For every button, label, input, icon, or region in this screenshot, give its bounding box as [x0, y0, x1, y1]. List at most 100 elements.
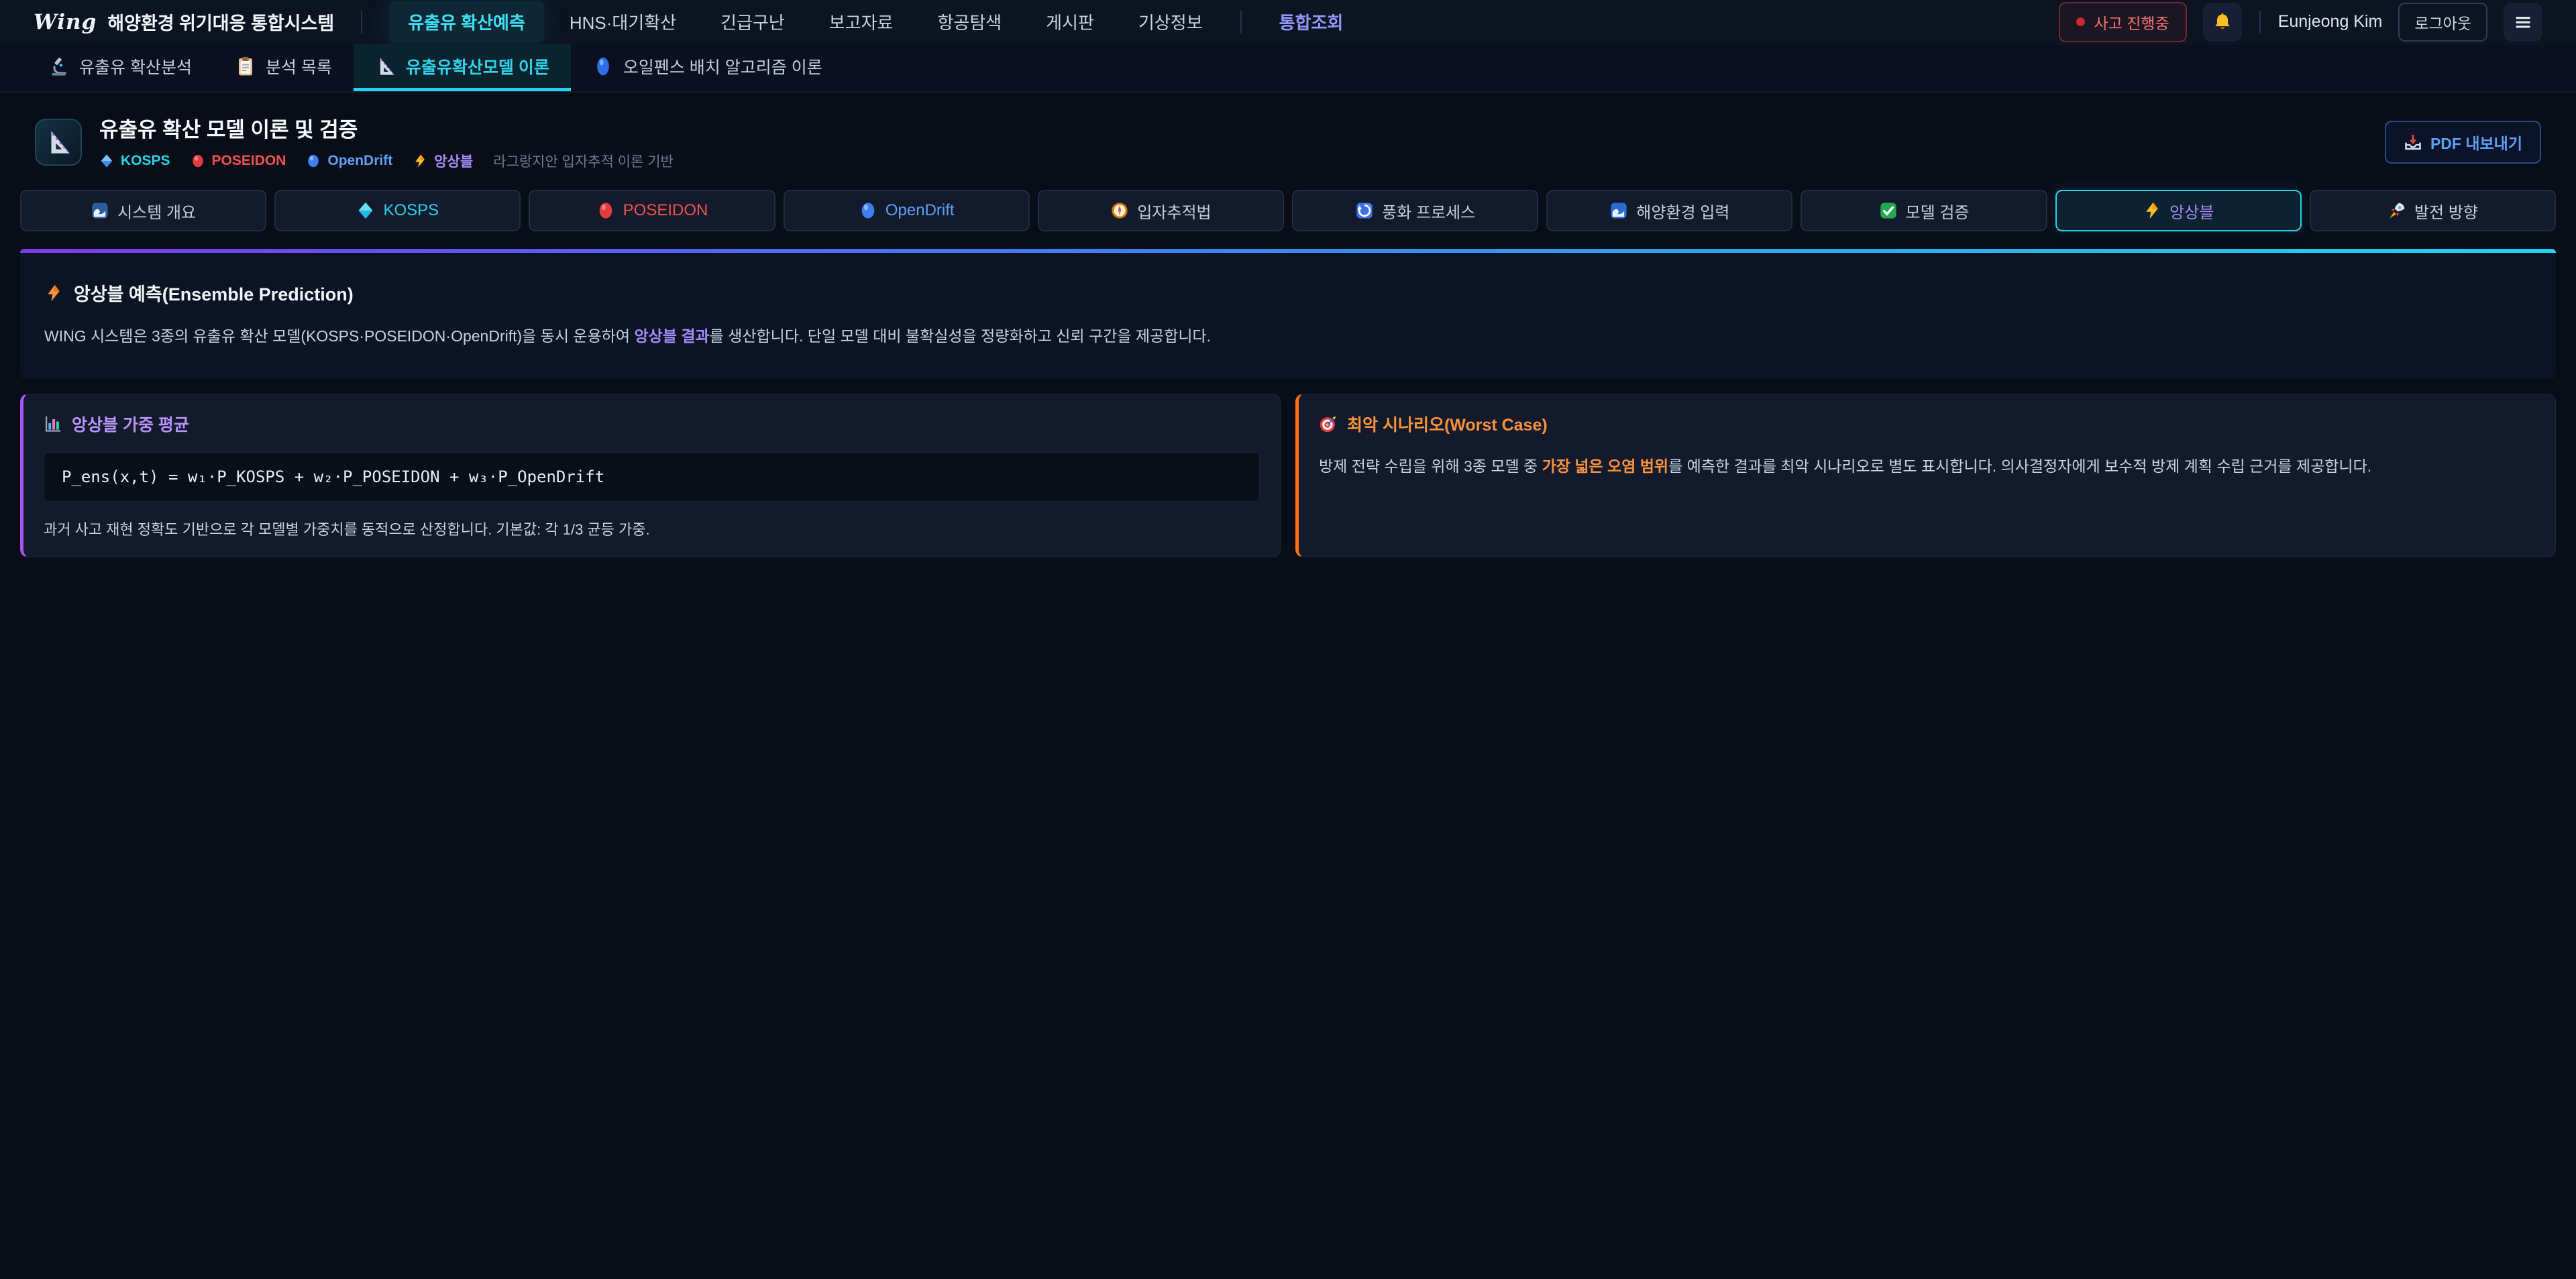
ensemble-formula: P_ens(x,t) = w₁·P_KOSPS + w₂·P_POSEIDON … [44, 452, 1260, 502]
badge-ensemble: 앙상블 [413, 151, 473, 171]
description-text: 를 생산합니다. 단일 모델 대비 불확실성을 정량화하고 신뢰 구간을 제공합… [710, 327, 1211, 345]
description-text: WING 시스템은 3종의 유출유 확산 모델(KOSPS·POSEIDON·O… [44, 327, 634, 345]
target-icon [1319, 414, 1338, 433]
pdf-export-label: PDF 내보내기 [2430, 131, 2522, 154]
incident-badge-label: 사고 진행중 [2094, 11, 2169, 34]
secnav-marine-env-input[interactable]: 해양환경 입력 [1546, 190, 1792, 231]
tab-model-theory[interactable]: 유출유확산모델 이론 [354, 44, 571, 91]
nav-item-emergency-rescue[interactable]: 긴급구난 [702, 1, 804, 43]
diamond-icon [99, 154, 114, 168]
blue-orb-icon [859, 201, 877, 220]
nav-item-board[interactable]: 게시판 [1027, 1, 1113, 43]
worst-card-title-text: 최악 시나리오(Worst Case) [1347, 412, 1548, 436]
section-nav: 시스템 개요 KOSPS POSEIDON OpenDrift [20, 190, 2556, 231]
page-title: 유출유 확산 모델 이론 및 검증 [99, 113, 674, 143]
page-header: 유출유 확산 모델 이론 및 검증 KOSPS POSEIDON [0, 93, 2576, 187]
red-orb-icon [596, 201, 615, 220]
nav-divider [1240, 11, 1242, 34]
secnav-ensemble[interactable]: 앙상블 [2055, 190, 2302, 231]
weighted-card-title: 앙상블 가중 평균 [44, 412, 1260, 436]
secnav-label: POSEIDON [623, 201, 708, 220]
tab-oil-fence-algorithm[interactable]: 오일펜스 배치 알고리즘 이론 [571, 44, 844, 91]
tab-spill-analysis[interactable]: 유출유 확산분석 [27, 44, 213, 91]
badge-label: OpenDrift [327, 153, 392, 169]
nav-item-reports[interactable]: 보고자료 [810, 1, 912, 43]
top-navigation-bar: Wing 해양환경 위기대응 통합시스템 유출유 확산예측 HNS·대기확산 긴… [0, 0, 2576, 44]
nav-divider [2259, 11, 2261, 34]
tab-label: 분석 목록 [266, 54, 332, 78]
ensemble-description: WING 시스템은 3종의 유출유 확산 모델(KOSPS·POSEIDON·O… [44, 325, 2532, 348]
nav-item-integrated-search[interactable]: 통합조회 [1260, 1, 1362, 43]
secnav-label: 앙상블 [2169, 199, 2214, 223]
ensemble-section: 앙상블 예측(Ensemble Prediction) WING 시스템은 3종… [20, 249, 2556, 379]
tab-analysis-list[interactable]: 분석 목록 [213, 44, 354, 91]
ensemble-cards-row: 앙상블 가중 평균 P_ens(x,t) = w₁·P_KOSPS + w₂·P… [20, 394, 2556, 557]
wave-icon [1609, 201, 1628, 220]
wing-logo-text: Wing [34, 10, 97, 34]
badge-label: 앙상블 [434, 151, 473, 171]
menu-button[interactable] [2504, 3, 2542, 42]
tab-label: 유출유확산모델 이론 [406, 54, 549, 78]
badge-label: POSEIDON [212, 153, 286, 169]
lightning-icon [2143, 201, 2161, 220]
app-root: Wing 해양환경 위기대응 통합시스템 유출유 확산예측 HNS·대기확산 긴… [0, 0, 2576, 1279]
nav-item-oil-spill-prediction[interactable]: 유출유 확산예측 [389, 1, 544, 43]
blue-orb-icon [306, 154, 321, 168]
red-orb-icon [191, 154, 205, 168]
nav-item-weather-info[interactable]: 기상정보 [1120, 1, 1222, 43]
worst-highlight: 가장 넓은 오염 범위 [1542, 457, 1668, 475]
set-square-icon [44, 128, 72, 156]
nav-item-hns-atmospheric[interactable]: HNS·대기확산 [551, 1, 695, 43]
header-subtitle: 라그랑지안 입자추적 이론 기반 [493, 151, 674, 171]
weighted-card-title-text: 앙상블 가중 평균 [72, 412, 189, 436]
hamburger-icon [2512, 11, 2534, 33]
notifications-button[interactable] [2203, 3, 2242, 42]
nav-item-aerial-search[interactable]: 항공탐색 [918, 1, 1020, 43]
logout-button[interactable]: 로그아웃 [2398, 3, 2487, 42]
secnav-label: 모델 검증 [1906, 199, 1970, 223]
sub-tab-bar: 유출유 확산분석 분석 목록 유출유확산모델 이론 [0, 44, 2576, 93]
ensemble-heading-text: 앙상블 예측(Ensemble Prediction) [74, 280, 354, 306]
lightning-icon [44, 284, 63, 302]
tab-label: 유출유 확산분석 [79, 54, 192, 78]
diamond-icon [356, 201, 375, 220]
secnav-particle-tracking[interactable]: 입자추적법 [1038, 190, 1284, 231]
secnav-opendrift[interactable]: OpenDrift [784, 190, 1030, 231]
secnav-future-direction[interactable]: 발전 방향 [2310, 190, 2556, 231]
worst-card-body: 방제 전략 수립을 위해 3종 모델 중 가장 넓은 오염 범위를 예측한 결과… [1319, 455, 2535, 479]
page-header-text: 유출유 확산 모델 이론 및 검증 KOSPS POSEIDON [99, 113, 674, 171]
secnav-system-overview[interactable]: 시스템 개요 [20, 190, 266, 231]
oil-fence-icon [592, 56, 614, 77]
topbar-right-cluster: 사고 진행중 Eunjeong Kim 로그아웃 [2059, 2, 2543, 42]
tab-label: 오일펜스 배치 알고리즘 이론 [623, 54, 822, 78]
microscope-icon [48, 56, 70, 77]
secnav-weathering-process[interactable]: 풍화 프로세스 [1292, 190, 1538, 231]
secnav-label: KOSPS [383, 201, 439, 220]
secnav-label: 풍화 프로세스 [1382, 199, 1475, 223]
bar-chart-icon [44, 414, 62, 433]
incident-status-badge[interactable]: 사고 진행중 [2059, 2, 2187, 42]
weighted-card-note: 과거 사고 재현 정확도 기반으로 각 모델별 가중치를 동적으로 산정합니다.… [44, 518, 1260, 539]
wave-icon [91, 201, 109, 220]
check-icon [1879, 201, 1898, 220]
app-title: 해양환경 위기대응 통합시스템 [107, 9, 334, 35]
secnav-label: 해양환경 입력 [1636, 199, 1729, 223]
pdf-export-button[interactable]: PDF 내보내기 [2385, 121, 2541, 164]
secnav-model-validation[interactable]: 모델 검증 [1801, 190, 2047, 231]
clipboard-icon [235, 56, 256, 77]
secnav-label: 시스템 개요 [117, 199, 196, 223]
worst-case-card: 최악 시나리오(Worst Case) 방제 전략 수립을 위해 3종 모델 중… [1295, 394, 2556, 557]
app-logo[interactable]: Wing 해양환경 위기대응 통합시스템 [34, 9, 334, 35]
secnav-kosps[interactable]: KOSPS [274, 190, 521, 231]
weighted-average-card: 앙상블 가중 평균 P_ens(x,t) = w₁·P_KOSPS + w₂·P… [20, 394, 1281, 557]
secnav-poseidon[interactable]: POSEIDON [529, 190, 775, 231]
rocket-icon [2387, 201, 2406, 220]
ensemble-section-heading: 앙상블 예측(Ensemble Prediction) [44, 280, 2532, 306]
worst-text: 를 예측한 결과를 최악 시나리오로 별도 표시합니다. 의사결정자에게 보수적… [1668, 457, 2371, 475]
badge-kosps: KOSPS [99, 153, 170, 169]
secnav-label: 입자추적법 [1137, 199, 1211, 223]
pdf-export-icon [2404, 133, 2422, 152]
page-header-icon-box [35, 119, 82, 166]
incident-dot-icon [2076, 17, 2085, 26]
user-name: Eunjeong Kim [2278, 12, 2383, 32]
